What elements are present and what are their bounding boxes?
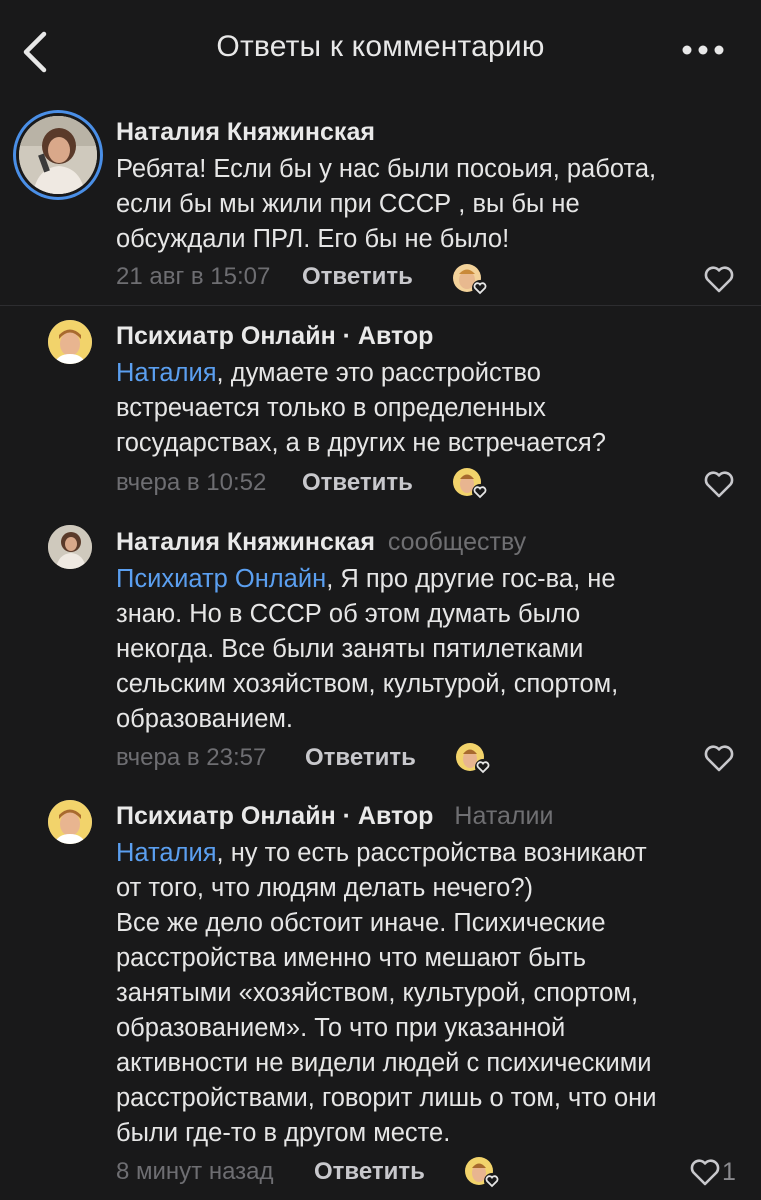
comment-time: вчера в 23:57 [116,744,267,771]
avatar[interactable] [48,320,92,364]
reply-button[interactable]: Ответить [314,1158,425,1186]
mention-link[interactable]: Наталия [116,359,217,387]
comment-author[interactable]: Наталия Княжинская сообществу [116,528,526,557]
heart-icon[interactable] [704,744,734,772]
root-comment: Наталия Княжинская Ребята! Если бы у нас… [0,0,761,305]
reply-addressee: Наталии [454,802,554,830]
heart-icon[interactable] [704,265,734,293]
liked-by-author-icon [453,264,488,296]
comment-text: Наталия, думаете это расстройство встреч… [116,359,606,457]
heart-icon[interactable] [690,1158,720,1186]
reply-button[interactable]: Ответить [305,744,416,772]
liked-by-author-icon [456,743,491,775]
comment-author[interactable]: Наталия Княжинская [116,118,375,147]
reply-button[interactable]: Ответить [302,469,413,497]
mention-link[interactable]: Наталия [116,839,217,867]
comment-text: Психиатр Онлайн, Я про другие гос-ва, не… [116,565,619,733]
liked-by-author-icon [453,468,488,500]
woman-portrait-icon [48,525,92,569]
mention-link[interactable]: Психиатр Онлайн [116,565,326,593]
reply-addressee: сообществу [387,528,527,556]
woman-portrait-icon [19,116,97,194]
man-portrait-icon [48,800,92,844]
comment-text: Наталия, ну то есть расстройства возника… [116,839,657,1147]
heart-icon[interactable] [704,470,734,498]
reply-button[interactable]: Ответить [302,263,413,291]
comment-time: вчера в 10:52 [116,469,267,496]
comment-author[interactable]: Психиатр Онлайн · Автор [116,322,433,351]
like-count: 1 [722,1158,736,1186]
comment-time: 8 минут назад [116,1158,274,1185]
divider [0,305,761,306]
avatar[interactable] [16,113,100,197]
comment-text: Ребята! Если бы у нас были посоьия, рабо… [116,155,657,253]
author-badge: · Автор [335,322,434,350]
avatar[interactable] [48,800,92,844]
man-portrait-icon [48,320,92,364]
comment-time: 21 авг в 15:07 [116,263,271,290]
author-badge: · Автор [335,802,434,830]
avatar[interactable] [48,525,92,569]
liked-by-author-icon [465,1157,500,1189]
comment-author[interactable]: Психиатр Онлайн · Автор Наталии [116,802,553,831]
